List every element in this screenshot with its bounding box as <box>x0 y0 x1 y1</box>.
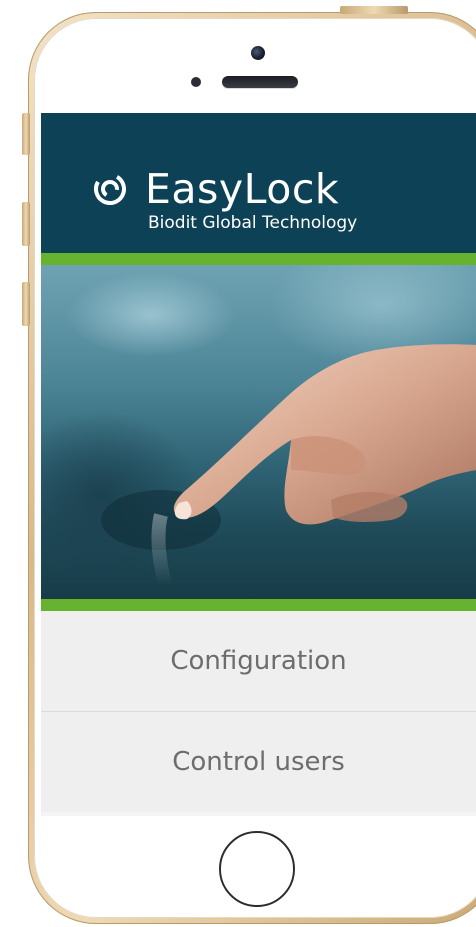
earpiece-speaker <box>222 76 298 88</box>
hero-image <box>41 265 476 599</box>
configuration-label: Configuration <box>170 646 347 676</box>
app-header: EasyLock Biodit Global Technology <box>41 113 476 253</box>
fingerprint-icon <box>94 173 126 206</box>
accent-bar-top <box>41 253 476 265</box>
configuration-button[interactable]: Configuration <box>41 611 476 712</box>
app-screen: EasyLock Biodit Global Technology Config… <box>41 113 476 816</box>
accent-bar-bottom <box>41 599 476 611</box>
volume-down-button <box>22 282 30 326</box>
logo: EasyLock <box>93 165 339 213</box>
proximity-sensor <box>191 77 201 87</box>
home-button[interactable] <box>219 831 295 907</box>
app-title: EasyLock <box>145 165 340 213</box>
app-subtitle: Biodit Global Technology <box>148 213 358 233</box>
control-users-button[interactable]: Control users <box>41 712 476 812</box>
volume-up-button <box>22 202 30 246</box>
power-button <box>340 6 408 14</box>
front-camera <box>251 46 265 60</box>
mute-switch <box>22 113 30 155</box>
control-users-label: Control users <box>172 747 345 777</box>
hand-touching-screen-image <box>101 344 476 588</box>
